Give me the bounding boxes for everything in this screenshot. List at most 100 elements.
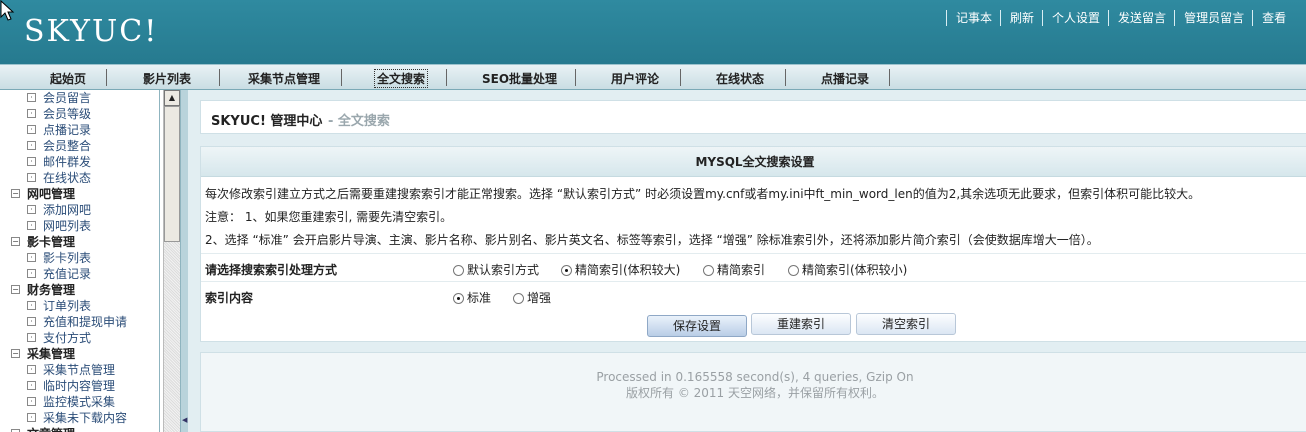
nav-online-status[interactable]: 在线状态 [716, 70, 764, 87]
scroll-thumb[interactable] [164, 106, 180, 242]
sidebar-item[interactable]: · 采集节点管理 [0, 362, 159, 378]
radio-circle-icon[interactable] [788, 265, 799, 276]
sidebar-item-label: 会员留言 [43, 91, 92, 105]
scroll-up-arrow-icon[interactable]: ▲ [164, 90, 180, 106]
sidebar-item[interactable]: · 添加网吧 [0, 202, 159, 218]
nav-separator [446, 69, 447, 86]
sidebar-item[interactable]: · 订单列表 [0, 298, 159, 314]
sidebar-item-label: 会员整合 [43, 139, 92, 153]
clear-index-button[interactable]: 清空索引 [856, 313, 956, 335]
link-notepad[interactable]: 记事本 [946, 10, 1000, 26]
sidebar-item-label: 监控模式采集 [43, 395, 116, 409]
radio-default-index[interactable]: 默认索引方式 [453, 261, 539, 278]
sidebar-item[interactable]: · 会员留言 [0, 90, 159, 106]
leaf-box-icon: · [27, 301, 36, 310]
collapse-box-icon[interactable]: − [11, 349, 20, 358]
sidebar-item[interactable]: · 影卡列表 [0, 250, 159, 266]
nav-seo-batch[interactable]: SEO批量处理 [482, 70, 557, 87]
help-text-2: 注意： 1、如果您重建索引, 需要先清空索引。 [205, 210, 453, 224]
frame-divider[interactable]: ◀ [180, 90, 188, 432]
sidebar-item-label: 采集未下载内容 [43, 411, 128, 425]
leaf-box-icon: · [27, 109, 36, 118]
radio-simple-index-large[interactable]: 精简索引(体积较大) [561, 261, 680, 278]
sidebar-item[interactable]: · 充值和提现申请 [0, 314, 159, 330]
footer: Processed in 0.165558 second(s), 4 queri… [200, 352, 1306, 432]
sidebar-item-label: 订单列表 [43, 299, 92, 313]
nav-user-comments[interactable]: 用户评论 [611, 70, 659, 87]
leaf-box-icon: · [27, 333, 36, 342]
sidebar-item-label: 影卡管理 [27, 235, 76, 249]
index-content-row: 索引内容 标准 增强 [201, 281, 1306, 309]
rebuild-index-button[interactable]: 重建索引 [751, 313, 851, 335]
panel-heading: MYSQL全文搜索设置 [201, 147, 1306, 177]
settings-panel: MYSQL全文搜索设置 每次修改索引建立方式之后需要重建搜索索引才能正常搜索。选… [200, 146, 1306, 342]
collapse-box-icon[interactable]: − [11, 237, 20, 246]
link-refresh[interactable]: 刷新 [1000, 10, 1042, 26]
collapse-arrow-icon[interactable]: ◀ [182, 416, 187, 424]
sidebar-item[interactable]: · 监控模式采集 [0, 394, 159, 410]
link-personal-settings[interactable]: 个人设置 [1042, 10, 1108, 26]
sidebar-item-label: 影卡列表 [43, 251, 92, 265]
nav-separator [106, 69, 107, 86]
radio-circle-icon[interactable] [513, 293, 524, 304]
save-settings-button[interactable]: 保存设置 [647, 315, 747, 337]
sidebar-item[interactable]: · 邮件群发 [0, 154, 159, 170]
link-view[interactable]: 查看 [1252, 10, 1294, 26]
radio-circle-icon[interactable] [453, 293, 464, 304]
nav-collect-nodes[interactable]: 采集节点管理 [248, 70, 320, 87]
sidebar-item[interactable]: · 临时内容管理 [0, 378, 159, 394]
sidebar-item-label: 点播记录 [43, 123, 92, 137]
mouse-cursor-icon [0, 0, 15, 21]
link-send-message[interactable]: 发送留言 [1108, 10, 1174, 26]
nav-separator [575, 69, 576, 86]
collapse-box-icon[interactable]: − [11, 285, 20, 294]
sidebar-category[interactable]: − 网吧管理 [0, 186, 159, 202]
sidebar-item[interactable]: · 在线状态 [0, 170, 159, 186]
leaf-box-icon: · [27, 397, 36, 406]
sidebar-item-label: 文章管理 [27, 426, 75, 432]
logo: SKYUC! [24, 14, 159, 49]
leaf-box-icon: · [27, 221, 36, 230]
collapse-box-icon[interactable]: − [11, 189, 20, 198]
sidebar-item[interactable]: · 采集未下载内容 [0, 410, 159, 426]
link-admin-message[interactable]: 管理员留言 [1174, 10, 1252, 26]
sidebar-tree: · 会员留言 · 会员等级 · 点播记录 · 会员整合 · 邮件群发 · 在线状态 − 网吧管理 · 添加网吧… [0, 90, 160, 432]
index-content-label: 索引内容 [205, 291, 254, 305]
radio-circle-icon[interactable] [561, 265, 572, 276]
leaf-box-icon: · [27, 381, 36, 390]
sidebar-category[interactable]: − 财务管理 [0, 282, 159, 298]
sidebar-category[interactable]: − 影卡管理 [0, 234, 159, 250]
sidebar-category[interactable]: −文章管理 [0, 426, 159, 432]
footer-copyright: 版权所有 © 2011 天空网络，并保留所有权利。 [626, 386, 884, 400]
sidebar-scrollbar[interactable]: ▲ [163, 90, 180, 432]
radio-simple-index[interactable]: 精简索引 [703, 261, 765, 278]
nav-play-records[interactable]: 点播记录 [821, 70, 869, 87]
radio-simple-index-small[interactable]: 精简索引(体积较小) [788, 261, 907, 278]
nav-movie-list[interactable]: 影片列表 [143, 70, 191, 87]
sidebar-item[interactable]: · 会员整合 [0, 138, 159, 154]
sidebar-item[interactable]: · 充值记录 [0, 266, 159, 282]
nav-start-page[interactable]: 起始页 [50, 70, 86, 87]
leaf-box-icon: · [27, 253, 36, 262]
sidebar-item-label: 采集节点管理 [43, 363, 116, 377]
sidebar-item[interactable]: · 支付方式 [0, 330, 159, 346]
sidebar-item[interactable]: · 点播记录 [0, 122, 159, 138]
sidebar-item[interactable]: · 会员等级 [0, 106, 159, 122]
radio-standard[interactable]: 标准 [453, 289, 491, 306]
sidebar-item-label: 邮件群发 [43, 155, 92, 169]
footer-processed: Processed in 0.165558 second(s), 4 queri… [596, 370, 914, 384]
sidebar-item-label: 财务管理 [27, 283, 76, 297]
nav-separator [889, 69, 890, 86]
nav-fulltext-search[interactable]: 全文搜索 [373, 69, 429, 88]
radio-enhanced[interactable]: 增强 [513, 289, 551, 306]
leaf-box-icon: · [27, 365, 36, 374]
main-nav: 起始页 影片列表 采集节点管理 全文搜索 SEO批量处理 用户评论 在线状态 点… [0, 64, 1306, 90]
sidebar-item[interactable]: · 网吧列表 [0, 218, 159, 234]
nav-separator [219, 69, 220, 86]
help-text-1: 每次修改索引建立方式之后需要重建搜索索引才能正常搜索。选择 “默认索引方式” 时… [205, 187, 1201, 201]
leaf-box-icon: · [27, 141, 36, 150]
radio-circle-icon[interactable] [453, 265, 464, 276]
sidebar-category[interactable]: − 采集管理 [0, 346, 159, 362]
top-links: 记事本 刷新 个人设置 发送留言 管理员留言 查看 [946, 10, 1294, 26]
radio-circle-icon[interactable] [703, 265, 714, 276]
